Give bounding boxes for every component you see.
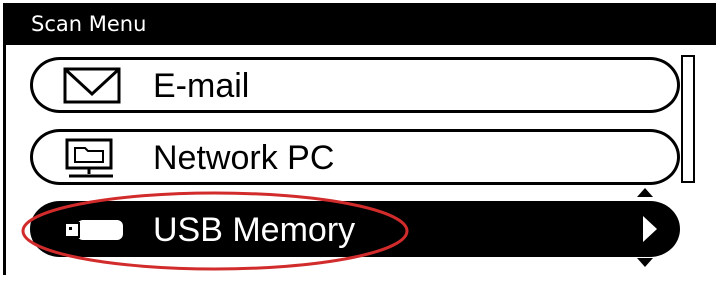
menu-item-label: Network PC: [153, 139, 335, 177]
menu-item-label: E-mail: [153, 67, 250, 105]
scroll-up-icon[interactable]: [637, 188, 653, 197]
network-pc-icon: [63, 138, 123, 178]
screen-title: Scan Menu: [31, 12, 147, 36]
arrow-right-icon[interactable]: [643, 216, 657, 242]
menu-item-label: USB Memory: [153, 211, 356, 249]
menu-item-network-pc[interactable]: Network PC: [30, 129, 680, 185]
scroll-down-icon[interactable]: [637, 258, 653, 267]
usb-memory-icon: [63, 210, 123, 250]
screen-title-bar: Scan Menu: [3, 3, 716, 45]
scrollbar[interactable]: [681, 55, 695, 183]
menu-item-email[interactable]: E-mail: [30, 57, 680, 113]
envelope-icon: [63, 66, 123, 106]
menu-item-usb-memory[interactable]: USB Memory: [30, 201, 680, 257]
